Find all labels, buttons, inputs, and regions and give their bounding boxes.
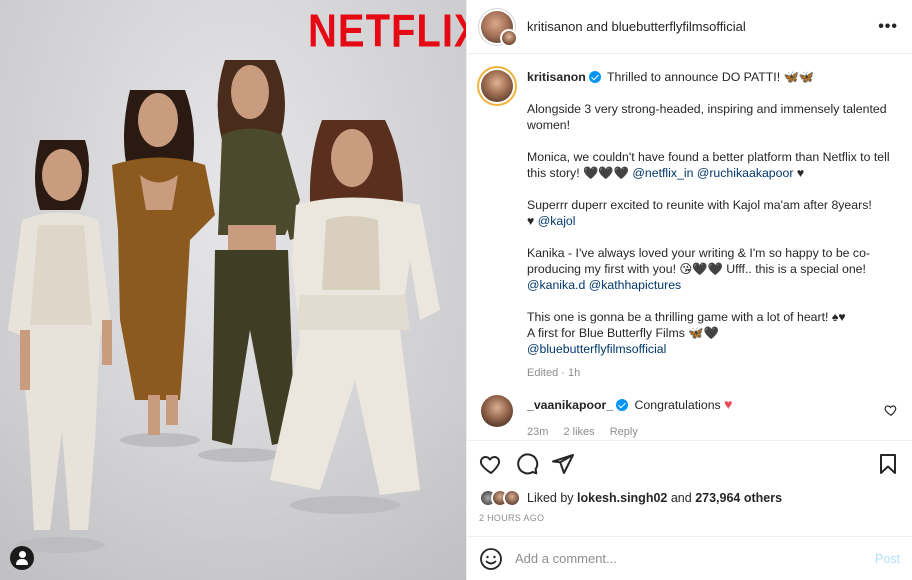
comment-input[interactable] [515,551,875,566]
likes-conj: and [670,491,692,505]
mention-kanika-d[interactable]: @kanika.d [527,278,585,292]
photo-figures [8,60,440,553]
caption-avatar[interactable] [481,70,513,102]
comment-likes[interactable]: 2 likes [563,426,594,438]
comments-scroll-area[interactable]: kritisanon Thrilled to announce DO PATTI… [467,55,912,440]
post-header: kritisanon and bluebutterflyfilmsofficia… [467,0,912,54]
comment-body: _vaanikapoor_ Congratulations ♥ 23m 2 li… [527,395,732,440]
likes-count[interactable]: 273,964 others [695,491,782,505]
caption-para6-line1: This one is gonna be a thrilling game wi… [527,310,846,324]
post-actions: Liked by lokesh.singh02 and 273,964 othe… [467,440,912,536]
comment-avatar[interactable] [481,395,513,427]
likes-user[interactable]: lokesh.singh02 [577,491,667,505]
verified-badge-icon [616,399,629,411]
more-options-icon[interactable]: ••• [878,18,898,36]
caption-para4: Superrr duperr excited to reunite with K… [527,198,872,212]
mention-kajol[interactable]: @kajol [538,214,576,228]
post-sidebar: kritisanon and bluebutterflyfilmsofficia… [466,0,912,580]
caption-username[interactable]: kritisanon [527,70,586,84]
post-timestamp[interactable]: 2 HOURS AGO [479,513,900,523]
comment-time: 23m [527,426,549,438]
action-icons [479,451,900,477]
comment-meta: 23m 2 likes Reply [527,424,732,440]
mention-netflix-in[interactable]: @netflix_in [632,166,693,180]
caption-para6-line2: A first for Blue Butterfly Films 🦋🖤 [527,326,719,340]
save-bookmark-icon[interactable] [876,452,900,476]
caption-body: kritisanon Thrilled to announce DO PATTI… [527,69,898,381]
comment-reply-button[interactable]: Reply [610,426,638,438]
mention-kathhapictures[interactable]: @kathhapictures [589,278,681,292]
comment-username[interactable]: _vaanikapoor_ [527,398,613,412]
caption-para4-heart: ♥ [527,214,535,228]
likes-summary: Liked by lokesh.singh02 and 273,964 othe… [479,489,900,507]
red-heart-emoji: ♥ [724,396,733,412]
comment-like-heart-icon[interactable] [884,403,898,417]
caption-para5: Kanika - I've always loved your writing … [527,246,871,276]
like-heart-icon[interactable] [479,452,503,476]
post-header-title[interactable]: kritisanon and bluebutterflyfilmsofficia… [527,19,878,34]
add-comment-bar: Post [467,536,912,580]
collab-avatar[interactable] [500,28,518,47]
caption: kritisanon Thrilled to announce DO PATTI… [481,69,898,381]
caption-meta: Edited · 1h [527,367,581,379]
comment-bubble-icon[interactable] [515,452,539,476]
verified-badge-icon [588,71,601,83]
author-avatar[interactable] [481,10,518,47]
emoji-smiley-icon[interactable] [479,547,503,571]
comment-item: _vaanikapoor_ Congratulations ♥ 23m 2 li… [481,395,898,440]
share-paper-plane-icon[interactable] [551,452,575,476]
likes-prefix: Liked by [527,491,574,505]
post-comment-button[interactable]: Post [875,552,900,566]
tagged-people-icon[interactable] [10,546,34,570]
liker-avatars[interactable] [479,489,521,507]
caption-line1: Thrilled to announce DO PATTI! 🦋🦋 [606,70,815,84]
caption-para2: Alongside 3 very strong-headed, inspirin… [527,102,887,132]
mention-bluebutterflyfilmsofficial[interactable]: @bluebutterflyfilmsofficial [527,342,666,356]
post-photo[interactable]: NETFLIX [0,0,466,580]
comment-text: Congratulations [634,398,721,412]
mention-ruchikaakapoor[interactable]: @ruchikaakapoor [697,166,794,180]
caption-para3-heart: ♥ [796,166,805,180]
instagram-post-modal: NETFLIX kritisanon and bluebutterflyfilm… [0,0,912,580]
caption-para3-emoji: 🖤🖤🖤 [583,166,629,180]
